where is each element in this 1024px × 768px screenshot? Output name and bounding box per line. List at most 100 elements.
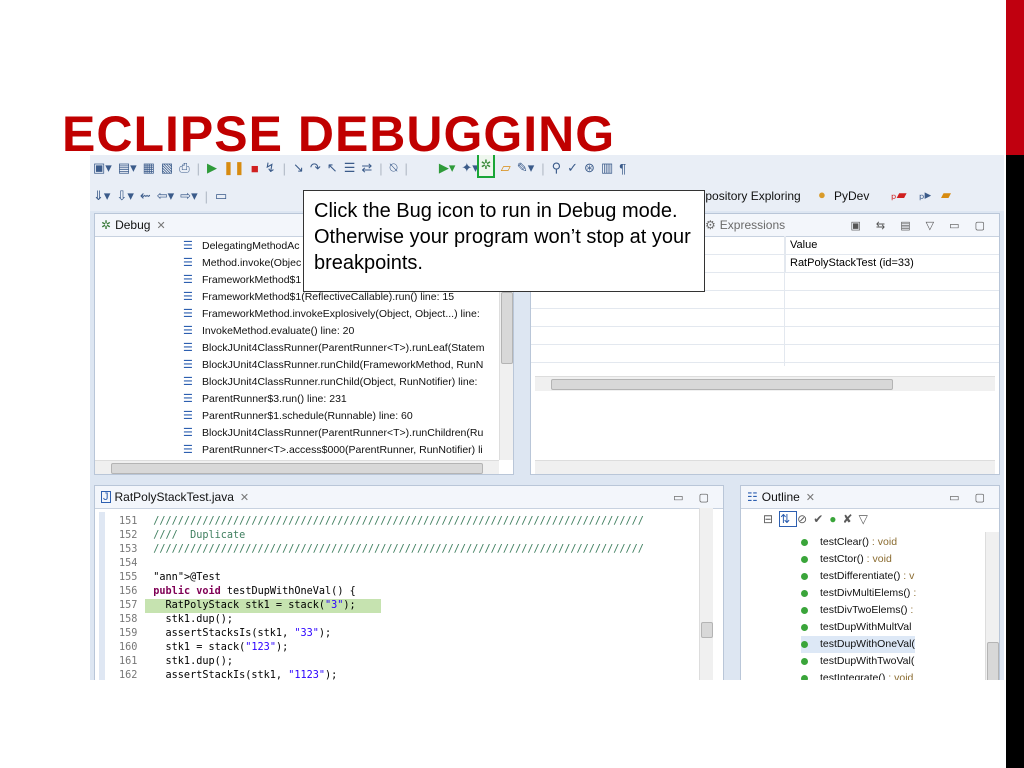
stack-frame[interactable]: ☰ BlockJUnit4ClassRunner(ParentRunner<T>)…	[183, 425, 483, 442]
stack-frame[interactable]: ☰ FrameworkMethod.invokeExplosively(Objec…	[183, 306, 480, 323]
code-text: public void testDupWithOneVal() {	[153, 586, 356, 597]
editor-view-controls[interactable]: ▭ ▢	[673, 491, 715, 504]
hide-static-icon[interactable]: ✔	[813, 512, 829, 526]
stack-frame-icon: ☰	[183, 257, 193, 269]
stack-frame[interactable]: ☰ BlockJUnit4ClassRunner.runChild(Object,…	[183, 374, 477, 391]
scroll-thumb[interactable]	[551, 379, 893, 390]
editor-tab-label: RatPolyStackTest.java	[114, 490, 234, 504]
stack-frame[interactable]: ☰ FrameworkMethod$1	[183, 272, 301, 289]
stack-frame[interactable]: ☰ ParentRunner$3.run() line: 231	[183, 391, 347, 408]
debug-horizontal-scrollbar[interactable]	[95, 460, 499, 474]
perspective-extra-icon[interactable]: ₚ▰	[891, 187, 907, 203]
java-file-icon: J	[101, 491, 111, 503]
view-menu-icon[interactable]: ▽	[859, 512, 874, 526]
back-icon[interactable]: ⇦▾	[157, 188, 174, 204]
outline-method-item[interactable]: testDivTwoElems() :	[801, 602, 913, 619]
column-divider	[784, 236, 785, 366]
outline-toolbar[interactable]: ⊟⇅⊘✔●✘▽	[763, 511, 874, 527]
stack-frame[interactable]: ☰ ParentRunner<T>.access$000(ParentRunner…	[183, 442, 483, 459]
line-number: 158	[119, 614, 138, 625]
method-name: testIntegrate()	[820, 672, 886, 680]
perspective-pydev[interactable]: PyDev	[834, 189, 869, 203]
method-return-type: : void	[885, 672, 914, 680]
close-icon[interactable]: ✕	[240, 491, 249, 504]
variables-horizontal-scrollbar[interactable]	[535, 376, 995, 391]
code-line[interactable]: 153 ////////////////////////////////////…	[117, 543, 644, 557]
last-edit-icon[interactable]: ⇜	[140, 188, 151, 204]
collapse-all-icon[interactable]: ⊟	[763, 512, 779, 526]
stack-frame[interactable]: ☰ DelegatingMethodAc	[183, 238, 299, 255]
public-method-icon	[801, 589, 808, 597]
slide-title: ECLIPSE DEBUGGING	[62, 106, 616, 162]
code-line[interactable]: 155 "ann">@Test	[117, 571, 221, 585]
line-number: 162	[119, 670, 138, 680]
code-line[interactable]: 161 stk1.dup();	[117, 655, 233, 669]
debug-view-icon: ✲	[101, 218, 112, 232]
line-number: 161	[119, 656, 138, 667]
hide-local-types-icon[interactable]: ✘	[843, 512, 859, 526]
quick-access-icon[interactable]: ▭	[215, 188, 227, 204]
code-line[interactable]: 162 assertStackIs(stk1, "1123");	[117, 669, 337, 680]
stack-frame-label: BlockJUnit4ClassRunner.runChild(Framewor…	[202, 359, 484, 371]
detail-horizontal-scrollbar[interactable]	[535, 460, 995, 474]
perspective-repository-exploring[interactable]: Repository Exploring	[690, 189, 801, 203]
code-line[interactable]: 157 RatPolyStack stk1 = stack("3");	[117, 599, 356, 613]
line-number: 156	[119, 586, 138, 597]
outline-view-controls[interactable]: ▭ ▢	[949, 491, 991, 504]
stack-frame[interactable]: ☰ Method.invoke(Objec	[183, 255, 301, 272]
hide-fields-icon[interactable]: ⊘	[797, 512, 813, 526]
code-line[interactable]: 152 //// Duplicate	[117, 529, 245, 543]
scroll-thumb[interactable]	[987, 642, 999, 680]
outline-method-item[interactable]: testDupWithMultVal	[801, 619, 911, 636]
outline-tab[interactable]: ☷ Outline ✕ ▭ ▢	[741, 486, 999, 509]
outline-method-item[interactable]: testDifferentiate() : v	[801, 568, 914, 585]
outline-vertical-scrollbar[interactable]	[985, 532, 999, 680]
editor-vertical-scrollbar[interactable]	[699, 508, 713, 680]
next-annotation-icon[interactable]: ⇩▾	[116, 188, 133, 204]
scroll-thumb[interactable]	[111, 463, 483, 474]
stack-frame-label: ParentRunner$3.run() line: 231	[202, 393, 347, 405]
code-text: assertStackIs(stk1, "1123");	[141, 670, 338, 680]
stack-frame[interactable]: ☰ ParentRunner$1.schedule(Runnable) line:…	[183, 408, 413, 425]
scroll-thumb[interactable]	[501, 292, 513, 364]
tab-expressions[interactable]: Expressions	[720, 218, 785, 232]
method-name: testDupWithMultVal	[820, 621, 912, 633]
outline-method-item[interactable]: testDupWithTwoVal(	[801, 653, 914, 670]
line-number: 153	[119, 544, 138, 555]
stack-frame-icon: ☰	[183, 342, 193, 354]
perspective-more-icon[interactable]: ▰	[941, 187, 951, 203]
code-line[interactable]: 151 ////////////////////////////////////…	[117, 515, 644, 529]
perspective-python-icon[interactable]: ₚ▸	[919, 187, 931, 203]
code-line[interactable]: 156 public void testDupWithOneVal() {	[117, 585, 356, 599]
stack-frame[interactable]: ☰ BlockJUnit4ClassRunner(ParentRunner<T>)…	[183, 340, 484, 357]
outline-method-item[interactable]: testIntegrate() : void	[801, 670, 913, 680]
table-row	[531, 326, 999, 345]
stack-frame-label: FrameworkMethod$1(ReflectiveCallable).ru…	[202, 291, 455, 303]
view-controls[interactable]: ▣ ⇆ ▤ ▽ ▭ ▢	[850, 219, 991, 232]
public-method-icon	[801, 538, 808, 546]
stack-frame-label: FrameworkMethod.invokeExplosively(Object…	[202, 308, 480, 320]
code-line[interactable]: 160 stk1 = stack("123");	[117, 641, 288, 655]
close-icon[interactable]: ✕	[806, 491, 815, 504]
outline-method-item[interactable]: testDupWithOneVal(	[801, 636, 915, 653]
editor-tab[interactable]: J RatPolyStackTest.java ✕ ▭ ▢	[95, 486, 723, 509]
hide-nonpublic-icon[interactable]: ●	[829, 512, 842, 526]
forward-icon[interactable]: ⇨▾	[180, 188, 197, 204]
scroll-thumb[interactable]	[701, 622, 713, 638]
stack-frame[interactable]: ☰ BlockJUnit4ClassRunner.runChild(Framewo…	[183, 357, 483, 374]
line-number: 155	[119, 572, 138, 583]
stack-frame[interactable]: ☰ InvokeMethod.evaluate() line: 20	[183, 323, 354, 340]
close-icon[interactable]: ✕	[156, 219, 165, 232]
code-line[interactable]: 158 stk1.dup();	[117, 613, 233, 627]
sort-icon[interactable]: ⇅	[779, 511, 798, 527]
show-whitespace-icon[interactable]: ¶	[619, 161, 626, 176]
stack-frame-icon: ☰	[183, 444, 193, 456]
outline-method-item[interactable]: testClear() : void	[801, 534, 897, 551]
code-line[interactable]: 154	[117, 557, 141, 571]
code-line[interactable]: 159 assertStacksIs(stk1, "33");	[117, 627, 331, 641]
accent-bar-red	[1006, 0, 1024, 155]
outline-method-item[interactable]: testDivMultiElems() :	[801, 585, 916, 602]
outline-method-item[interactable]: testCtor() : void	[801, 551, 892, 568]
annotation-icon[interactable]: ⇓▾	[93, 188, 110, 204]
method-return-type: : v	[900, 570, 915, 582]
